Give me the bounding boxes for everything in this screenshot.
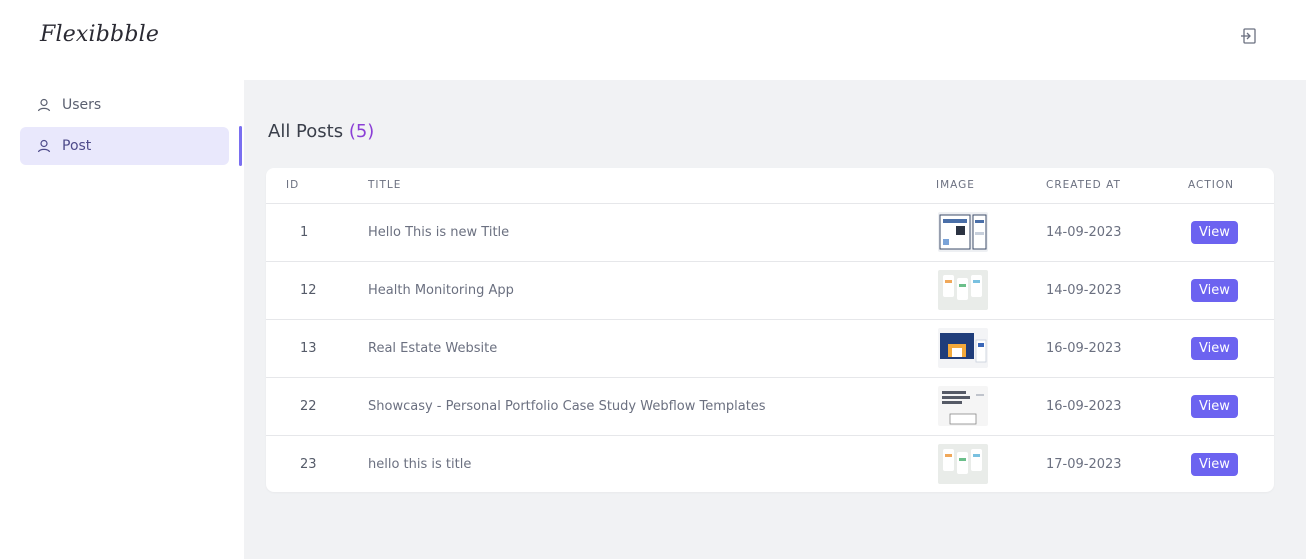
cell-title: Health Monitoring App (368, 282, 514, 298)
thumbnail-app-image[interactable] (938, 270, 988, 310)
header-action: ACTION (1188, 168, 1274, 204)
view-button[interactable]: View (1191, 278, 1238, 302)
user-icon (36, 97, 52, 113)
posts-table-card: ID TITLE IMAGE CREATED AT ACTION 1 Hello… (266, 168, 1274, 492)
post-count-value: 5 (355, 121, 368, 142)
cell-created-at: 17-09-2023 (1046, 456, 1122, 472)
table-row: 1 Hello This is new Title 14-09-2023 Vie… (266, 203, 1274, 261)
thumbnail-app-image[interactable] (938, 444, 988, 485)
header-created-at: CREATED AT (1046, 168, 1188, 204)
sidebar-item-post[interactable]: Post (20, 127, 229, 165)
posts-table: ID TITLE IMAGE CREATED AT ACTION 1 Hello… (266, 168, 1274, 492)
top-bar: Flexibbble (0, 0, 1306, 80)
table-header-row: ID TITLE IMAGE CREATED AT ACTION (266, 168, 1274, 204)
sidebar-item-users[interactable]: Users (20, 86, 229, 124)
cell-title: hello this is title (368, 456, 472, 472)
page-title-text: All Posts (268, 121, 344, 142)
cell-id: 22 (300, 398, 317, 414)
cell-id: 12 (300, 282, 317, 298)
table-row: 13 Real Estate Website 16-09-2023 View (266, 319, 1274, 377)
view-button[interactable]: View (1191, 336, 1238, 360)
user-icon (36, 138, 52, 154)
post-count: (5) (349, 121, 375, 142)
view-button[interactable]: View (1191, 220, 1238, 244)
header-image: IMAGE (936, 168, 1046, 204)
cell-created-at: 14-09-2023 (1046, 224, 1122, 240)
view-button[interactable]: View (1191, 394, 1238, 418)
cell-created-at: 14-09-2023 (1046, 282, 1122, 298)
active-indicator (239, 126, 242, 166)
logout-icon (1241, 28, 1256, 44)
logout-button[interactable] (1238, 25, 1260, 47)
header-id: ID (266, 168, 368, 204)
cell-title: Hello This is new Title (368, 224, 510, 240)
cell-created-at: 16-09-2023 (1046, 340, 1122, 356)
table-row: 12 Health Monitoring App 14-09-2023 View (266, 261, 1274, 319)
cell-title: Real Estate Website (368, 340, 498, 356)
page-title: All Posts (5) (268, 121, 374, 142)
cell-id: 23 (300, 456, 317, 472)
cell-created-at: 16-09-2023 (1046, 398, 1122, 414)
thumbnail-dashboard-image[interactable] (938, 212, 988, 252)
app-logo[interactable]: Flexibbble (40, 22, 159, 47)
post-count-open: ( (348, 121, 356, 142)
cell-title: Showcasy - Personal Portfolio Case Study… (368, 398, 766, 414)
thumbnail-portfolio-image[interactable] (938, 386, 988, 426)
sidebar: Users Post (0, 80, 244, 559)
post-count-close: ) (367, 121, 375, 142)
cell-id: 13 (300, 340, 317, 356)
thumbnail-website-image[interactable] (938, 328, 988, 368)
main-content: All Posts (5) ID TITLE IMAGE CREATED AT … (244, 80, 1306, 559)
table-row: 22 Showcasy - Personal Portfolio Case St… (266, 377, 1274, 435)
sidebar-item-label: Post (62, 138, 92, 154)
cell-id: 1 (300, 224, 309, 240)
sidebar-item-label: Users (62, 97, 102, 113)
view-button[interactable]: View (1191, 452, 1238, 476)
table-row: 23 hello this is title 17-09-2023 View (266, 435, 1274, 492)
header-title: TITLE (368, 168, 936, 204)
